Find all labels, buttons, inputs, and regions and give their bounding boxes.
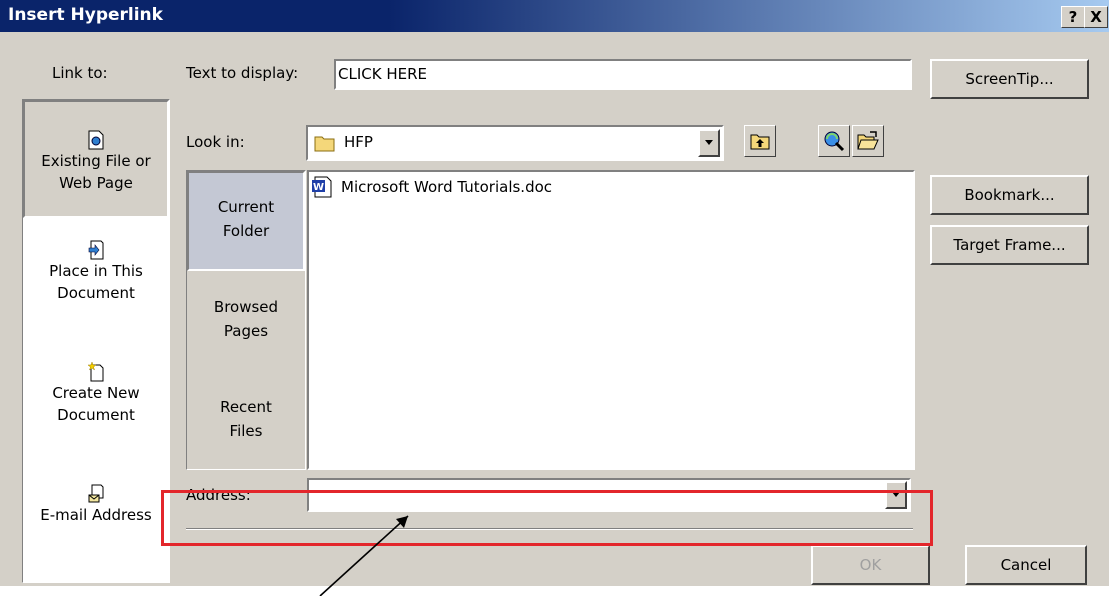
pointer-arrow xyxy=(319,515,409,596)
